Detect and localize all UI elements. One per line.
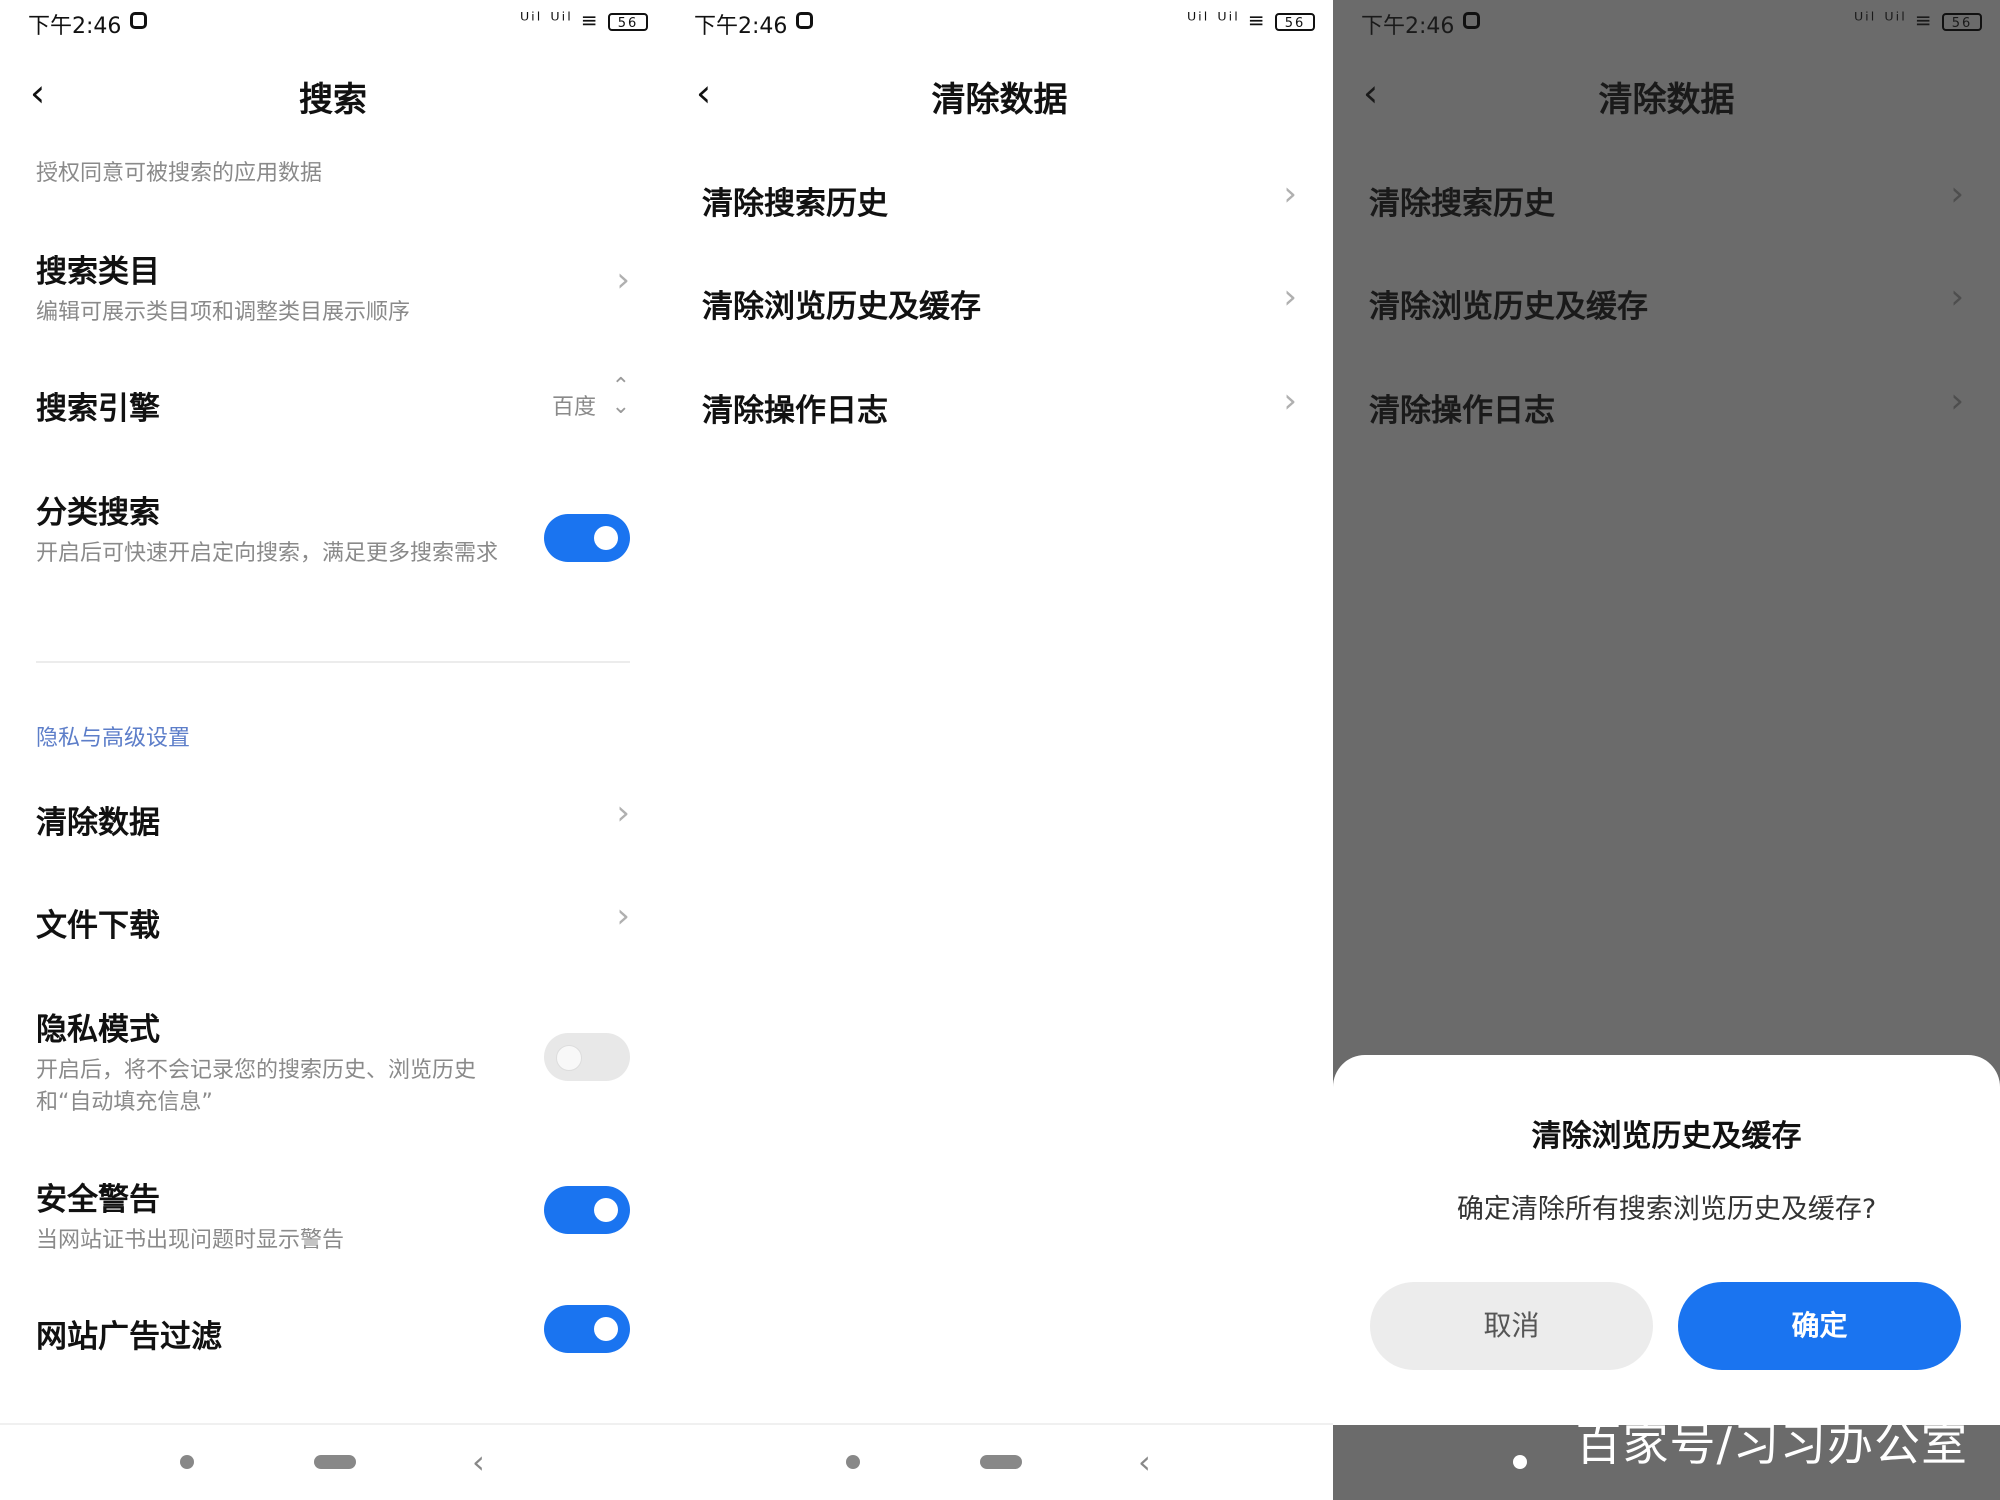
setting-ad-filter: 网站广告过滤: [36, 1305, 630, 1356]
item-title: 清除搜索历史: [702, 186, 888, 222]
recents-nav-icon[interactable]: [180, 1455, 194, 1469]
setting-title: 搜索类目: [36, 254, 160, 290]
setting-title: 清除数据: [36, 805, 160, 841]
chevron-right-icon: ›: [1283, 277, 1297, 317]
watermark: 百家号/习习办公室: [1575, 1417, 1968, 1471]
back-nav-icon[interactable]: ‹: [472, 1443, 485, 1481]
chevron-right-icon: ›: [1283, 381, 1297, 421]
clear-operation-log: 清除操作日志 ›: [1369, 381, 1964, 430]
chevron-right-icon: ›: [1950, 174, 1964, 214]
setting-desc: 当网站证书出现问题时显示警告: [36, 1228, 345, 1253]
setting-title: 文件下载: [36, 908, 160, 944]
header: ‹ 清除数据: [1333, 60, 2000, 130]
dialog-title: 清除浏览历史及缓存: [1531, 1119, 1802, 1154]
chevron-right-icon: ›: [1950, 277, 1964, 317]
section-label: 隐私与高级设置: [36, 726, 191, 751]
setting-search-category[interactable]: 搜索类目 编辑可展示类目项和调整类目展示顺序 ›: [36, 246, 630, 329]
chevron-right-icon: ›: [1283, 174, 1297, 214]
truncated-setting-row[interactable]: 授权同意可被搜索的应用数据: [36, 152, 630, 190]
setting-desc: 开启后，将不会记录您的搜索历史、浏览历史和“自动填充信息”: [36, 1058, 477, 1115]
clear-data-screen: 下午2:46 ᵁⁱˡ ᵁⁱˡ ≡ 56 ‹ 清除数据 清除搜索历史 › 清除浏览…: [666, 0, 1333, 1500]
setting-title: 隐私模式: [36, 1012, 160, 1048]
setting-title: 网站广告过滤: [36, 1319, 222, 1355]
chevron-right-icon: ›: [616, 260, 630, 300]
up-down-icon: ⌃ ⌄: [611, 374, 630, 419]
divider: [36, 661, 630, 663]
setting-title: 安全警告: [36, 1182, 160, 1218]
home-nav-icon[interactable]: [314, 1455, 356, 1469]
setting-desc: 授权同意可被搜索的应用数据: [36, 161, 323, 186]
item-title: 清除搜索历史: [1369, 186, 1555, 222]
status-time: 下午2:46: [1361, 14, 1455, 39]
battery-icon: 56: [608, 12, 648, 31]
dialog-message: 确定清除所有搜索浏览历史及缓存?: [1456, 1194, 1877, 1225]
category-search-toggle[interactable]: [544, 514, 630, 562]
system-nav-bar: ‹: [666, 1423, 1333, 1500]
status-time: 下午2:46: [28, 14, 122, 39]
status-bar: 下午2:46 ᵁⁱˡ ᵁⁱˡ ≡ 56: [1333, 0, 2000, 42]
alarm-icon: [130, 12, 147, 29]
clear-search-history[interactable]: 清除搜索历史 ›: [702, 174, 1297, 223]
setting-clear-data[interactable]: 清除数据 ›: [36, 793, 630, 842]
private-mode-toggle[interactable]: [544, 1033, 630, 1081]
chevron-right-icon: ›: [616, 793, 630, 833]
clear-browse-history-cache[interactable]: 清除浏览历史及缓存 ›: [702, 277, 1297, 326]
security-warning-toggle[interactable]: [544, 1186, 630, 1234]
clear-data-dialog-screen: 下午2:46 ᵁⁱˡ ᵁⁱˡ ≡ 56 ‹ 清除数据 清除搜索历史 › 清除浏览…: [1333, 0, 2000, 1500]
setting-title: 搜索引擎: [36, 391, 160, 427]
system-nav-bar: ‹: [0, 1423, 666, 1500]
recents-nav-icon[interactable]: [1513, 1455, 1527, 1469]
status-time: 下午2:46: [694, 14, 788, 39]
page-title: 清除数据: [931, 80, 1068, 120]
alarm-icon: [1463, 12, 1480, 29]
page-title: 搜索: [299, 80, 367, 120]
header: ‹ 清除数据: [666, 60, 1333, 130]
search-settings-screen: 下午2:46 ᵁⁱˡ ᵁⁱˡ ≡ 56 ‹ 搜索 授权同意可被搜索的应用数据 搜…: [0, 0, 666, 1500]
setting-search-engine[interactable]: 搜索引擎 百度 ⌃ ⌄: [36, 376, 630, 428]
engine-value: 百度: [551, 395, 596, 420]
status-bar: 下午2:46 ᵁⁱˡ ᵁⁱˡ ≡ 56: [0, 0, 666, 42]
chevron-right-icon: ›: [616, 896, 630, 936]
back-nav-icon[interactable]: ‹: [1138, 1443, 1151, 1481]
battery-icon: 56: [1275, 12, 1315, 31]
setting-title: 分类搜索: [36, 495, 160, 531]
clear-search-history: 清除搜索历史 ›: [1369, 174, 1964, 223]
clear-browse-history-cache: 清除浏览历史及缓存 ›: [1369, 277, 1964, 326]
setting-security-warning: 安全警告 当网站证书出现问题时显示警告: [36, 1174, 630, 1257]
clear-operation-log[interactable]: 清除操作日志 ›: [702, 381, 1297, 430]
chevron-right-icon: ›: [1950, 381, 1964, 421]
setting-desc: 开启后可快速开启定向搜索，满足更多搜索需求: [36, 541, 499, 566]
signal-icons: ᵁⁱˡ ᵁⁱˡ ≡ 56: [1854, 8, 1982, 32]
setting-private-mode: 隐私模式 开启后，将不会记录您的搜索历史、浏览历史和“自动填充信息”: [36, 1004, 630, 1115]
setting-category-search: 分类搜索 开启后可快速开启定向搜索，满足更多搜索需求: [36, 487, 630, 597]
status-bar: 下午2:46 ᵁⁱˡ ᵁⁱˡ ≡ 56: [666, 0, 1333, 42]
confirm-dialog: 清除浏览历史及缓存 确定清除所有搜索浏览历史及缓存? 取消 确定: [1333, 1055, 2000, 1425]
cancel-button[interactable]: 取消: [1370, 1282, 1653, 1370]
item-title: 清除浏览历史及缓存: [702, 289, 981, 325]
confirm-button[interactable]: 确定: [1678, 1282, 1961, 1370]
page-title: 清除数据: [1598, 80, 1735, 120]
signal-icons: ᵁⁱˡ ᵁⁱˡ ≡ 56: [1187, 8, 1315, 32]
item-title: 清除操作日志: [1369, 393, 1555, 429]
ad-filter-toggle[interactable]: [544, 1305, 630, 1353]
battery-icon: 56: [1942, 12, 1982, 31]
recents-nav-icon[interactable]: [846, 1455, 860, 1469]
alarm-icon: [796, 12, 813, 29]
item-title: 清除浏览历史及缓存: [1369, 289, 1648, 325]
header: ‹ 搜索: [0, 60, 666, 130]
signal-icons: ᵁⁱˡ ᵁⁱˡ ≡ 56: [520, 8, 648, 32]
home-nav-icon[interactable]: [980, 1455, 1022, 1469]
item-title: 清除操作日志: [702, 393, 888, 429]
setting-desc: 编辑可展示类目项和调整类目展示顺序: [36, 300, 411, 325]
setting-file-download[interactable]: 文件下载 ›: [36, 896, 630, 945]
